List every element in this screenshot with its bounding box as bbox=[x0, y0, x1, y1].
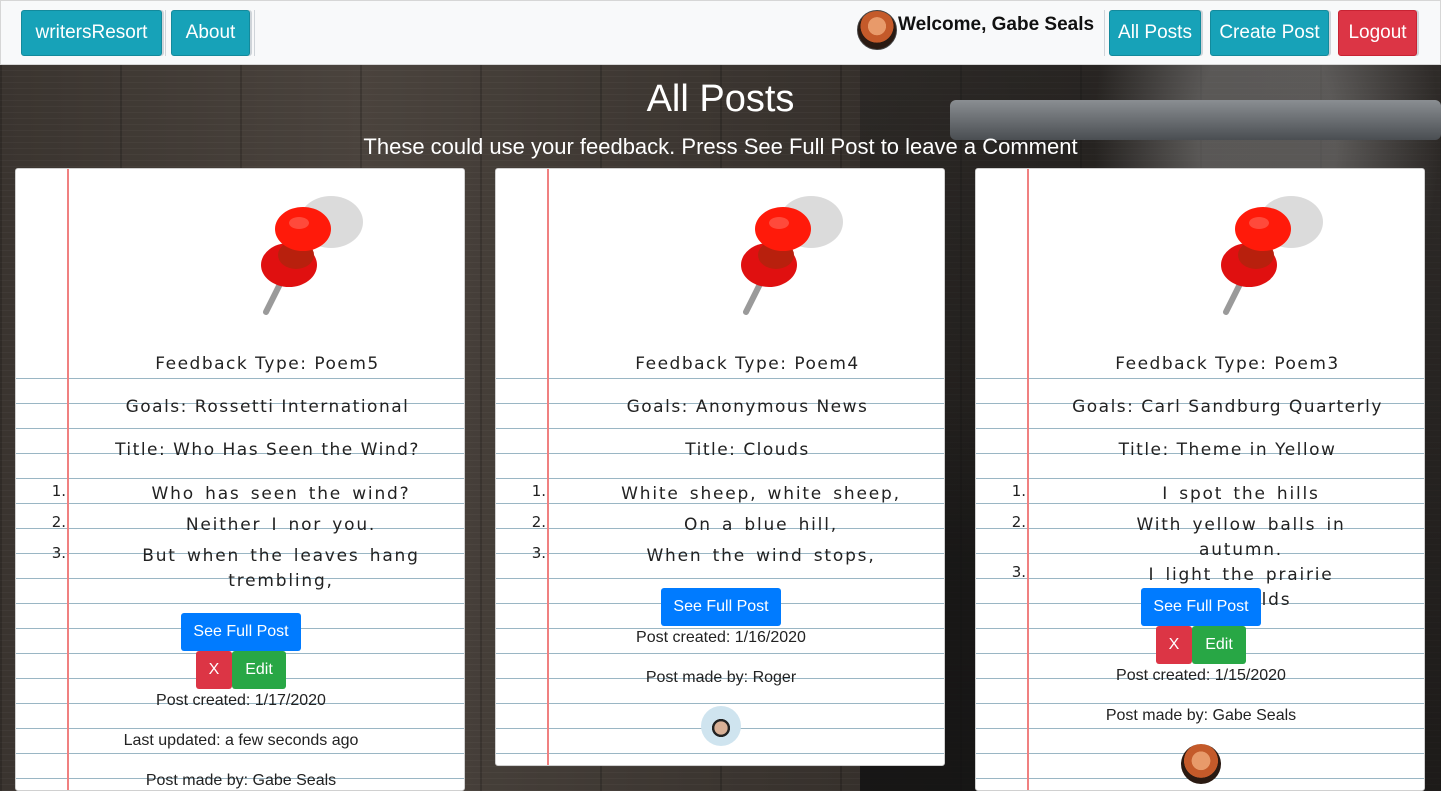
post-created: Post created: 1/15/2020 bbox=[1116, 667, 1286, 684]
pushpin-icon bbox=[741, 196, 843, 315]
line-number: 3. bbox=[51, 544, 66, 562]
pushpin-icon bbox=[261, 196, 363, 315]
post-title: Title: Clouds bbox=[685, 440, 810, 460]
line-number: 3. bbox=[531, 544, 546, 562]
post-created: Post created: 1/16/2020 bbox=[636, 629, 806, 646]
all-posts-link[interactable]: All Posts bbox=[1109, 10, 1201, 56]
poem-lines: 1. Who has seen the wind? 2. Neither I n… bbox=[16, 482, 464, 594]
see-full-post-button[interactable]: See Full Post bbox=[661, 588, 781, 626]
post-goals: Goals: Rossetti International bbox=[125, 397, 410, 417]
nav-divider bbox=[1104, 10, 1105, 56]
line-text: White sheep, white sheep, bbox=[621, 484, 901, 504]
post-goals: Goals: Carl Sandburg Quarterly bbox=[1072, 397, 1383, 417]
delete-post-button[interactable]: X bbox=[196, 651, 232, 689]
top-navbar: writersResort About Welcome, Gabe Seals … bbox=[0, 0, 1441, 65]
line-number: 3. bbox=[1011, 563, 1026, 581]
list-item: 1. White sheep, white sheep, bbox=[496, 482, 944, 513]
list-item: 2. With yellow balls in autumn. bbox=[976, 513, 1424, 563]
edit-post-button[interactable]: Edit bbox=[1192, 626, 1246, 664]
feedback-type: Feedback Type: Poem3 bbox=[1115, 354, 1340, 374]
line-text: I spot the hills bbox=[1162, 484, 1320, 504]
line-text: With yellow balls in autumn. bbox=[1136, 515, 1346, 560]
line-text: On a blue hill, bbox=[684, 515, 838, 535]
pushpin-icon bbox=[1221, 196, 1323, 315]
post-title: Title: Who Has Seen the Wind? bbox=[115, 440, 420, 460]
post-created: Post created: 1/17/2020 bbox=[156, 692, 326, 709]
welcome-text: Welcome, Gabe Seals bbox=[898, 14, 1095, 35]
line-text: When the wind stops, bbox=[646, 546, 876, 566]
poem-lines: 1. White sheep, white sheep, 2. On a blu… bbox=[496, 482, 944, 575]
post-card: Feedback Type: Poem4 Goals: Anonymous Ne… bbox=[495, 168, 945, 766]
logout-button[interactable]: Logout bbox=[1338, 10, 1417, 56]
page-subtitle: These could use your feedback. Press See… bbox=[363, 134, 1078, 159]
line-number: 2. bbox=[531, 513, 546, 531]
line-number: 2. bbox=[1011, 513, 1026, 531]
post-author: Post made by: Roger bbox=[645, 669, 797, 686]
list-item: 1. Who has seen the wind? bbox=[16, 482, 464, 513]
post-card: Feedback Type: Poem5 Goals: Rossetti Int… bbox=[15, 168, 465, 791]
line-text: Neither I nor you. bbox=[185, 515, 377, 535]
nav-divider bbox=[254, 10, 255, 56]
line-text: But when the leaves hang trembling, bbox=[142, 546, 420, 591]
feedback-type: Feedback Type: Poem4 bbox=[635, 354, 860, 374]
brand-link[interactable]: writersResort bbox=[21, 10, 162, 56]
list-item: 1. I spot the hills bbox=[976, 482, 1424, 513]
about-link[interactable]: About bbox=[171, 10, 250, 56]
post-author: Post made by: Gabe Seals bbox=[145, 772, 337, 789]
author-avatar bbox=[701, 706, 741, 746]
line-number: 2. bbox=[51, 513, 66, 531]
line-text: Who has seen the wind? bbox=[151, 484, 411, 504]
author-avatar bbox=[1181, 744, 1221, 784]
line-number: 1. bbox=[51, 482, 66, 500]
line-number: 1. bbox=[531, 482, 546, 500]
list-item: 3. But when the leaves hang trembling, bbox=[16, 544, 464, 594]
list-item: 2. On a blue hill, bbox=[496, 513, 944, 544]
post-card: Feedback Type: Poem3 Goals: Carl Sandbur… bbox=[975, 168, 1425, 791]
create-post-link[interactable]: Create Post bbox=[1210, 10, 1329, 56]
delete-post-button[interactable]: X bbox=[1156, 626, 1192, 664]
list-item: 2. Neither I nor you. bbox=[16, 513, 464, 544]
line-number: 1. bbox=[1011, 482, 1026, 500]
post-title: Title: Theme in Yellow bbox=[1118, 440, 1337, 460]
list-item: 3. When the wind stops, bbox=[496, 544, 944, 575]
page-title: All Posts bbox=[646, 78, 795, 120]
user-avatar bbox=[857, 10, 897, 50]
post-updated: Last updated: a few seconds ago bbox=[123, 732, 359, 749]
edit-post-button[interactable]: Edit bbox=[232, 651, 286, 689]
post-author: Post made by: Gabe Seals bbox=[1105, 707, 1297, 724]
post-goals: Goals: Anonymous News bbox=[626, 397, 869, 417]
feedback-type: Feedback Type: Poem5 bbox=[155, 354, 380, 374]
see-full-post-button[interactable]: See Full Post bbox=[181, 613, 301, 651]
nav-divider bbox=[165, 10, 166, 56]
see-full-post-button[interactable]: See Full Post bbox=[1141, 588, 1261, 626]
